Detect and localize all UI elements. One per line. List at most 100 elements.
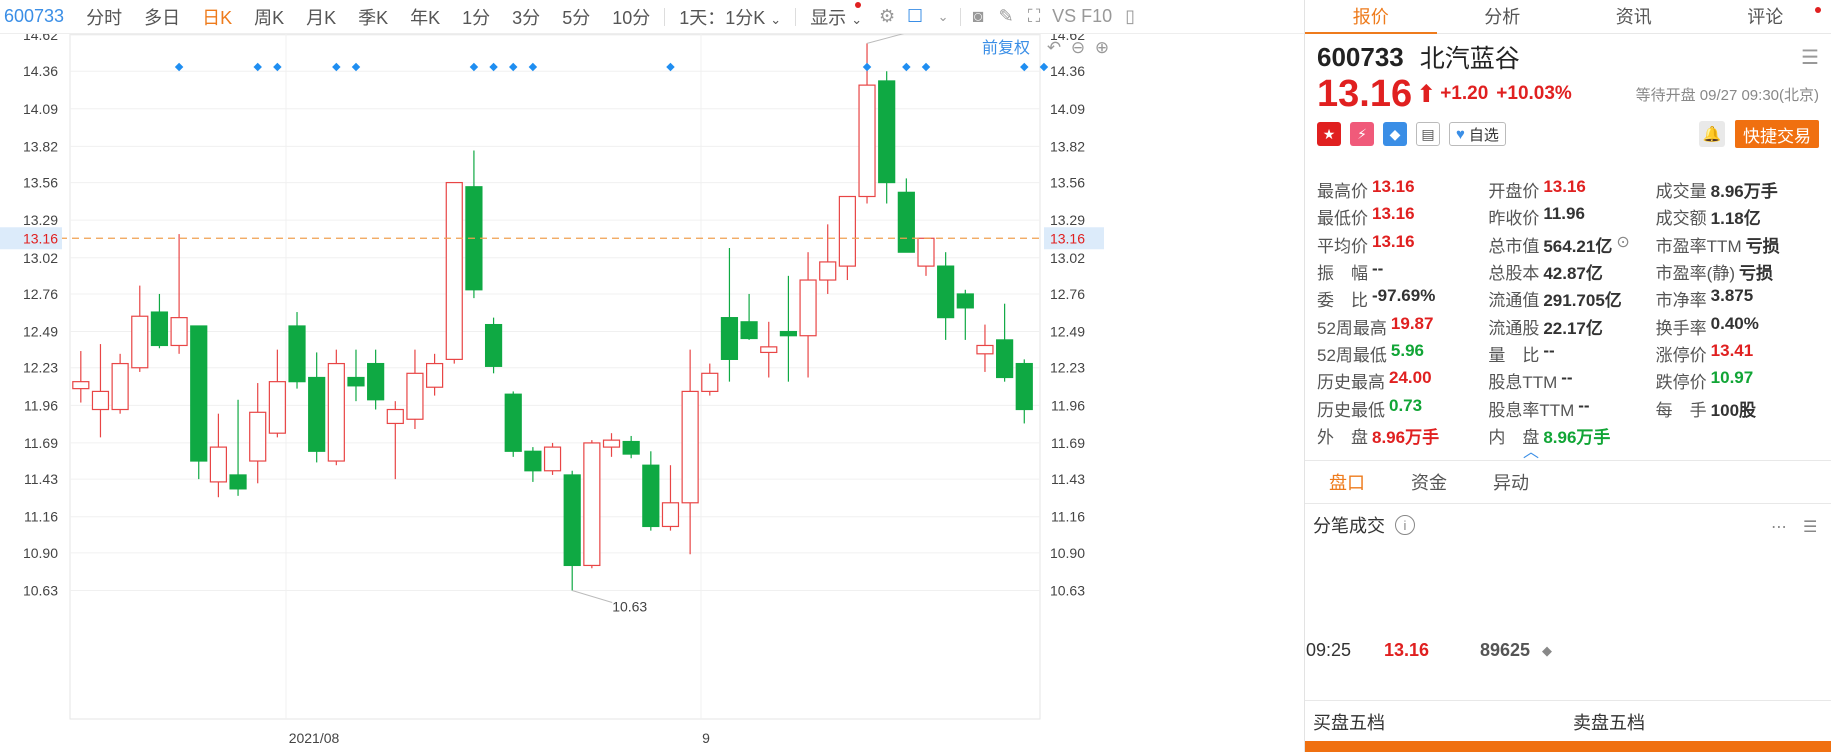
quick-trade-button[interactable]: 快捷交易 [1735,120,1819,148]
bookmark-icon[interactable]: ▤ [1416,122,1440,146]
reset-icon[interactable]: ↶ [1047,38,1061,57]
candle-body[interactable] [937,265,955,319]
candle-body[interactable] [524,450,542,472]
event-marker-icon[interactable] [862,62,872,72]
candle-body[interactable] [190,325,208,462]
candle-body[interactable] [209,446,227,483]
candle-body[interactable] [622,440,640,455]
candle-body[interactable] [976,344,994,355]
candle-body[interactable] [111,362,129,411]
candle-body[interactable] [838,195,856,267]
event-marker-icon[interactable] [469,62,479,72]
tag-icon[interactable]: ◆ [1383,122,1407,146]
period-tab[interactable]: 5分 [551,4,601,30]
candle-body[interactable] [91,390,110,411]
period-tab[interactable]: 年K [399,4,451,30]
zoom-in-icon[interactable]: ⊕ [1095,38,1109,57]
chevron-down-icon[interactable]: ⌄ [929,3,957,31]
candle-body[interactable] [956,293,974,309]
candle-body[interactable] [327,362,345,462]
f10-button[interactable]: VS F10 [1048,6,1116,27]
event-marker-icon[interactable] [528,62,538,72]
candle-body[interactable] [308,376,326,452]
candle-body[interactable] [543,446,562,472]
period-tab[interactable]: 1分 [451,4,501,30]
candle-body[interactable] [504,393,522,452]
event-marker-icon[interactable] [351,62,361,72]
settings-gear-icon[interactable]: ⚙ [873,3,901,31]
candle-body[interactable] [819,261,837,281]
add-watchlist-button[interactable]: ♥ 自选 [1449,122,1506,146]
candle-body[interactable] [878,80,896,184]
candle-body[interactable] [131,315,149,369]
sidebar-toggle-icon[interactable]: ▯ [1116,3,1144,31]
menu-list-icon[interactable]: ☰ [1801,45,1819,70]
candle-body[interactable] [740,321,758,340]
more-options-icon[interactable]: ⋯ ☰ [1771,513,1817,537]
candle-body[interactable] [170,317,188,347]
candle-body[interactable] [602,439,621,448]
detail-tab[interactable]: 资金 [1411,469,1447,495]
period-tab[interactable]: 3分 [501,4,551,30]
candle-body[interactable] [484,323,503,367]
event-marker-icon[interactable] [508,62,518,72]
event-marker-icon[interactable] [332,62,341,72]
display-menu[interactable]: 显示 ⌄ [799,4,873,30]
candle-body[interactable] [72,381,90,390]
candle-body[interactable] [445,181,463,360]
candle-body[interactable] [701,372,719,393]
stock-code-link[interactable]: 600733 [0,6,75,27]
detail-tab[interactable]: 异动 [1493,469,1529,495]
candle-body[interactable] [996,339,1014,379]
candle-body[interactable] [858,84,876,198]
quote-tab[interactable]: 资讯 [1568,0,1700,33]
alert-bell-icon[interactable]: 🔔 [1699,121,1725,147]
candle-body[interactable] [720,317,739,360]
candle-body[interactable] [760,346,778,354]
quote-tab[interactable]: 报价 [1305,0,1437,34]
period-tab[interactable]: 10分 [601,4,661,30]
candle-body[interactable] [386,408,404,425]
candle-body[interactable] [583,442,601,567]
period-tab[interactable]: 日K [191,4,243,30]
candlestick-chart[interactable]: 14.62 14.6214.36 14.3614.09 14.0913.82 13.82… [0,34,1304,752]
candle-body[interactable] [563,474,581,567]
event-marker-icon[interactable] [902,62,911,72]
event-marker-icon[interactable] [1020,62,1029,72]
draw-pencil-icon[interactable]: ✎ [992,3,1020,31]
event-marker-icon[interactable] [273,62,282,72]
candle-body[interactable] [268,381,286,434]
candle-body[interactable] [288,325,306,383]
zoom-out-icon[interactable]: ⊖ [1071,38,1085,57]
period-tab[interactable]: 月K [295,4,347,30]
candle-body[interactable] [897,191,915,253]
rocket-icon[interactable]: ⚡ [1350,122,1374,146]
event-marker-icon[interactable] [489,62,498,72]
collapse-chevron-icon[interactable]: ︿ [1523,438,1539,462]
quote-tab[interactable]: 评论 [1700,0,1831,33]
candle-body[interactable] [681,390,699,504]
candle-body[interactable] [799,279,817,337]
chart-style-icon[interactable]: ☐ [901,3,929,31]
period-tab[interactable]: 季K [347,4,399,30]
quote-tab[interactable]: 分析 [1437,0,1569,33]
period-tab[interactable]: 多日 [133,4,191,30]
candle-body[interactable] [661,502,680,528]
period-tab[interactable]: 分时 [75,4,133,30]
candle-body[interactable] [1015,362,1033,411]
camera-icon[interactable]: ◙ [964,3,992,31]
candle-body[interactable] [917,237,935,267]
event-marker-icon[interactable] [174,62,184,72]
more-icon[interactable]: ⊙ [1616,232,1629,257]
candle-body[interactable] [406,372,424,420]
detail-tab[interactable]: 盘口 [1329,469,1365,495]
interval-select[interactable]: 1天：1分K ⌄ [668,4,792,30]
period-tab[interactable]: 周K [243,4,295,30]
event-marker-icon[interactable] [1039,62,1049,72]
candle-body[interactable] [249,411,267,462]
fullscreen-icon[interactable]: ⛶ [1020,3,1048,31]
adjust-price-toggle[interactable]: 前复权 [982,39,1030,57]
candle-body[interactable] [779,330,798,337]
candle-body[interactable] [426,362,444,388]
candle-body[interactable] [347,376,365,387]
